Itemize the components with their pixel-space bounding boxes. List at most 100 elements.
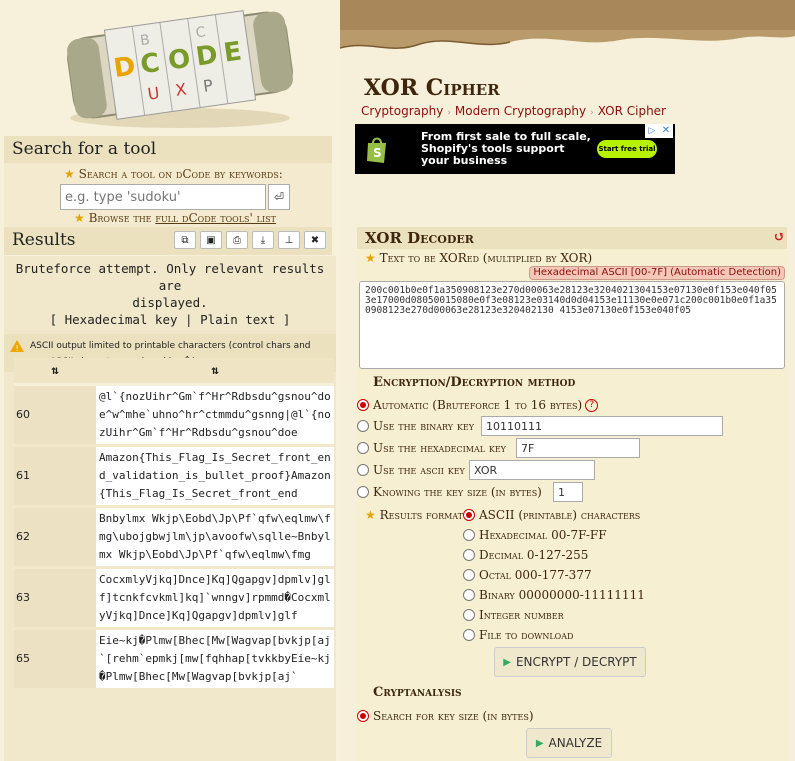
svg-text:!: ! xyxy=(16,344,19,352)
download-icon[interactable]: ⤓ xyxy=(252,231,274,249)
svg-text:D: D xyxy=(112,51,138,84)
radio-icon[interactable] xyxy=(463,589,475,601)
page-title: XOR Cipher xyxy=(364,75,500,101)
breadcrumb: Cryptography › Modern Cryptography › XOR Cip… xyxy=(361,104,666,118)
results-table: ⇅ ⇅ 60 @l`{nozUihr^Gm`f^Hr^Rdbsdu^gsnou^d… xyxy=(14,358,334,691)
radio-icon[interactable] xyxy=(463,629,475,641)
breadcrumb-separator-icon: › xyxy=(447,108,451,118)
cipher-textarea[interactable]: 200c001b0e0f1a350908123e270d00063e28123e… xyxy=(359,281,785,369)
results-header: Results ⧉ ▣ ⎙ ⤓ ⊥ ✖ xyxy=(4,227,332,255)
warning-icon: ! xyxy=(10,340,24,352)
dcode-logo[interactable]: D C O D E B C X P U xyxy=(30,0,320,135)
svg-text:S: S xyxy=(373,146,382,160)
result-text: CocxmlyVjkq]Dnce]Kq]Qgapgv]dpmlv]glf]tcn… xyxy=(96,567,334,630)
parchment-header-image xyxy=(340,0,795,70)
format-integer-option[interactable]: Integer number xyxy=(463,608,564,622)
format-file-option[interactable]: File to download xyxy=(463,628,573,642)
table-row: 62 Bnbylmx Wkjp\Eobd\Jp\Pf`qfw\eqlmw\fmg\… xyxy=(14,506,334,569)
result-key: 63 xyxy=(14,567,96,630)
results-title: Results xyxy=(12,230,76,250)
results-panel: Bruteforce attempt. Only relevant result… xyxy=(4,256,336,761)
sort-key-header[interactable]: ⇅ xyxy=(14,358,96,386)
copy-icon[interactable]: ⧉ xyxy=(174,231,196,249)
search-section-title: Search for a tool xyxy=(4,136,332,163)
table-row: 60 @l`{nozUihr^Gm`f^Hr^Rdbsdu^gsnou^doe^w… xyxy=(14,384,334,447)
svg-text:O: O xyxy=(166,44,192,77)
ad-text: From first sale to full scale, Shopify's… xyxy=(421,130,591,167)
analyze-button[interactable]: ▶ ANALYZE xyxy=(526,728,612,758)
print-icon[interactable]: ⎙ xyxy=(226,231,248,249)
browse-tools-link[interactable]: full dCode tools' list xyxy=(155,211,276,225)
star-icon: ★ xyxy=(365,251,376,265)
text-input-label: ★ Text to be XORed (multiplied by XOR) xyxy=(365,251,593,265)
sort-text-header[interactable]: ⇅ xyxy=(96,358,334,386)
table-row: 65 Eie~kj�Plmw[Bhec[Mw[Wagvap[bvkjp[aj`[r… xyxy=(14,628,334,691)
close-icon[interactable]: ✖ xyxy=(304,231,326,249)
result-key: 65 xyxy=(14,628,96,691)
help-icon[interactable]: ? xyxy=(585,398,599,412)
reset-icon[interactable]: ↺ xyxy=(773,229,785,245)
ad-banner[interactable]: S From first sale to full scale, Shopify… xyxy=(355,124,675,174)
binary-key-input[interactable] xyxy=(481,416,723,436)
format-ascii-option[interactable]: ASCII (printable) characters xyxy=(463,508,640,522)
radio-icon[interactable] xyxy=(463,549,475,561)
main-column: XOR Cipher Cryptography › Modern Cryptogra… xyxy=(340,0,795,761)
method-hex-option[interactable]: Use the hexadecimal key xyxy=(357,441,506,455)
keysize-search-option[interactable]: Search for key size (in bytes) xyxy=(357,709,534,723)
result-key: 62 xyxy=(14,506,96,569)
radio-icon[interactable] xyxy=(463,509,475,521)
breadcrumb-separator-icon: › xyxy=(590,108,594,118)
play-icon: ▶ xyxy=(535,737,544,749)
ad-info-icon[interactable]: ▷ xyxy=(645,124,659,138)
format-binary-option[interactable]: Binary 00000000-11111111 xyxy=(463,588,645,602)
star-icon: ★ xyxy=(74,211,85,225)
result-key: 60 xyxy=(14,384,96,447)
breadcrumb-modern-cryptography[interactable]: Modern Cryptography xyxy=(455,104,586,118)
radio-icon[interactable] xyxy=(357,486,369,498)
radio-icon[interactable] xyxy=(463,609,475,621)
xor-decoder-panel: XOR Decoder ↺ ★ Text to be XORed (multip… xyxy=(357,227,787,761)
play-icon: ▶ xyxy=(503,656,511,668)
table-row: 61 Amazon{This_Flag_Is_Secret_front_end_v… xyxy=(14,445,334,508)
result-key: 61 xyxy=(14,445,96,508)
search-submit-icon[interactable]: ⏎ xyxy=(268,184,290,210)
radio-icon[interactable] xyxy=(463,569,475,581)
result-text: Amazon{This_Flag_Is_Secret_front_end_val… xyxy=(96,445,334,508)
radio-icon[interactable] xyxy=(357,710,369,722)
breadcrumb-xor-cipher[interactable]: XOR Cipher xyxy=(598,104,666,118)
method-auto-option[interactable]: Automatic (Bruteforce 1 to 16 bytes)? xyxy=(357,398,599,412)
format-octal-option[interactable]: Octal 000-177-377 xyxy=(463,568,592,582)
star-icon: ★ xyxy=(64,167,75,181)
radio-icon[interactable] xyxy=(357,420,369,432)
browse-line: ★ Browse the full dCode tools' list xyxy=(74,211,276,225)
method-section-title: Encryption/Decryption method xyxy=(373,375,576,390)
pin-icon[interactable]: ⊥ xyxy=(278,231,300,249)
star-icon: ★ xyxy=(365,508,376,522)
key-size-input[interactable] xyxy=(553,482,583,502)
ad-close-icon[interactable]: ✕ xyxy=(659,124,673,138)
search-hint: ★ Search a tool on dCode by keywords: xyxy=(64,167,283,181)
save-icon[interactable]: ▣ xyxy=(200,231,222,249)
format-decimal-option[interactable]: Decimal 0-127-255 xyxy=(463,548,588,562)
radio-icon[interactable] xyxy=(357,442,369,454)
table-row: 63 CocxmlyVjkq]Dnce]Kq]Qgapgv]dpmlv]glf]t… xyxy=(14,567,334,630)
cryptanalysis-title: Cryptanalysis xyxy=(373,685,462,700)
radio-icon[interactable] xyxy=(357,464,369,476)
breadcrumb-cryptography[interactable]: Cryptography xyxy=(361,104,443,118)
radio-icon[interactable] xyxy=(357,399,369,411)
ad-cta-button[interactable]: Start free trial xyxy=(597,140,657,158)
decoder-title: XOR Decoder ↺ xyxy=(357,227,787,249)
method-ascii-option[interactable]: Use the ascii key xyxy=(357,463,465,477)
search-input[interactable] xyxy=(60,184,266,210)
ascii-key-input[interactable] xyxy=(469,460,595,480)
method-size-option[interactable]: Knowing the key size (in bytes) xyxy=(357,485,542,499)
search-panel: ★ Search a tool on dCode by keywords: ⏎ … xyxy=(4,163,332,227)
result-text: Bnbylmx Wkjp\Eobd\Jp\Pf`qfw\eqlmw\fmg\ub… xyxy=(96,506,334,569)
hex-key-input[interactable] xyxy=(516,438,640,458)
encrypt-decrypt-button[interactable]: ▶ ENCRYPT / DECRYPT xyxy=(494,647,646,677)
detection-badge: Hexadecimal ASCII [00-7F] (Automatic Det… xyxy=(529,266,785,280)
results-format-label: ★ Results format xyxy=(365,508,463,522)
method-binary-option[interactable]: Use the binary key xyxy=(357,419,474,433)
format-hex-option[interactable]: Hexadecimal 00-7F-FF xyxy=(463,528,607,542)
radio-icon[interactable] xyxy=(463,529,475,541)
